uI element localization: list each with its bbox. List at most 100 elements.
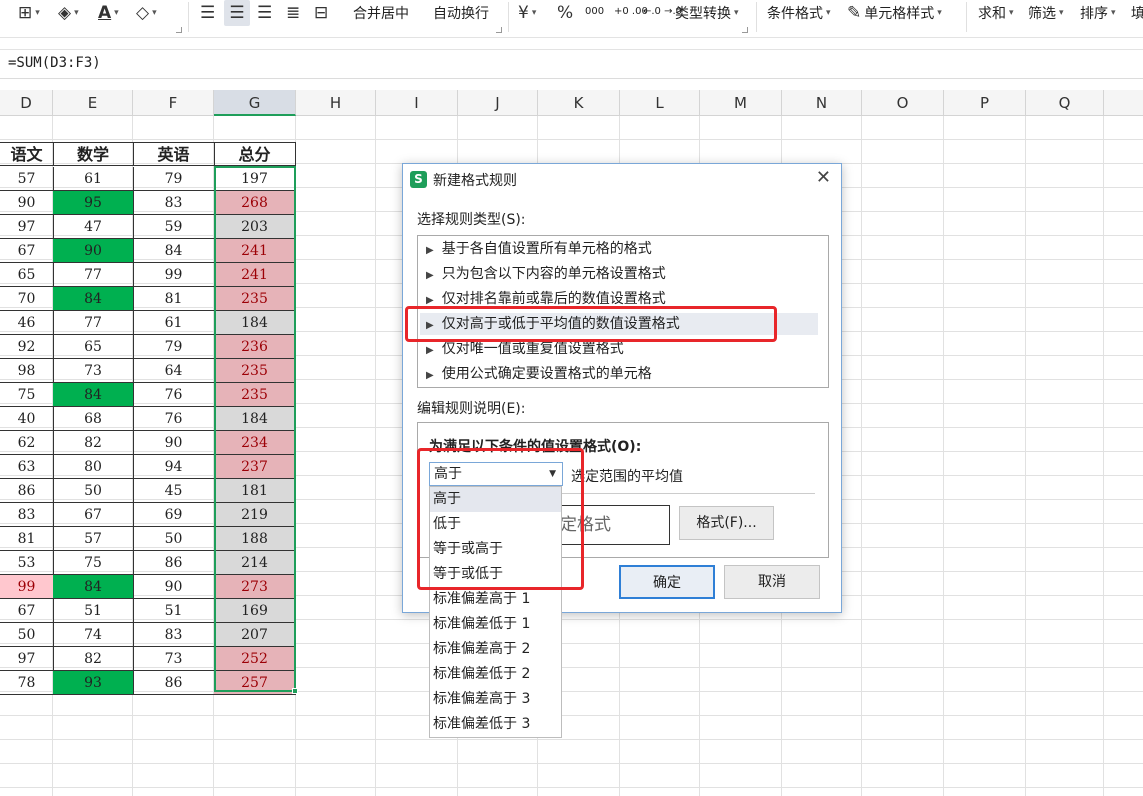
table-cell[interactable]: 81	[133, 287, 215, 311]
wrap-text-button[interactable]: 自动换行	[433, 0, 489, 26]
table-cell[interactable]: 237	[214, 455, 296, 479]
column-header-k[interactable]: K	[538, 90, 620, 116]
table-cell[interactable]: 46	[0, 311, 54, 335]
table-cell[interactable]: 50	[0, 623, 54, 647]
table-cell[interactable]: 235	[214, 359, 296, 383]
table-cell[interactable]: 84	[53, 575, 134, 599]
table-cell[interactable]: 62	[0, 431, 54, 455]
table-cell[interactable]: 75	[53, 551, 134, 575]
table-cell[interactable]: 80	[53, 455, 134, 479]
align-center-button[interactable]: ☰	[224, 0, 250, 26]
column-header-o[interactable]: O	[862, 90, 944, 116]
table-cell[interactable]: 70	[0, 287, 54, 311]
dropdown-option[interactable]: 低于	[430, 512, 561, 537]
table-cell[interactable]: 61	[53, 167, 134, 191]
table-cell[interactable]: 90	[53, 239, 134, 263]
group-launcher[interactable]	[176, 27, 182, 33]
table-cell[interactable]: 84	[133, 239, 215, 263]
table-cell[interactable]: 84	[53, 287, 134, 311]
table-cell[interactable]: 77	[53, 263, 134, 287]
dialog-titlebar[interactable]: S 新建格式规则 ✕	[403, 164, 841, 194]
column-header-h[interactable]: H	[296, 90, 376, 116]
table-cell[interactable]: 45	[133, 479, 215, 503]
table-cell[interactable]: 86	[133, 671, 215, 695]
comparison-select[interactable]: 高于 ▼	[429, 462, 563, 486]
table-cell[interactable]: 59	[133, 215, 215, 239]
table-cell[interactable]: 61	[133, 311, 215, 335]
column-header-i[interactable]: I	[376, 90, 458, 116]
table-cell[interactable]: 234	[214, 431, 296, 455]
table-cell[interactable]: 69	[133, 503, 215, 527]
rule-type-item[interactable]: ▶ 基于各自值设置所有单元格的格式	[426, 238, 652, 260]
table-cell[interactable]: 197	[214, 167, 296, 191]
column-header-j[interactable]: J	[458, 90, 538, 116]
table-cell[interactable]: 84	[53, 383, 134, 407]
table-cell[interactable]: 236	[214, 335, 296, 359]
table-cell[interactable]: 99	[0, 575, 54, 599]
table-cell[interactable]: 207	[214, 623, 296, 647]
rule-type-item-selected[interactable]: ▶ 仅对高于或低于平均值的数值设置格式	[420, 313, 818, 335]
table-cell[interactable]: 86	[0, 479, 54, 503]
column-header-q[interactable]: Q	[1026, 90, 1104, 116]
table-cell[interactable]: 68	[53, 407, 134, 431]
table-cell[interactable]: 188	[214, 527, 296, 551]
rule-type-item[interactable]: ▶ 仅对唯一值或重复值设置格式	[426, 338, 624, 360]
sum-button[interactable]: 求和 ▾	[978, 0, 1014, 26]
rule-type-item[interactable]: ▶ 仅对排名靠前或靠后的数值设置格式	[426, 288, 666, 310]
table-cell[interactable]: 241	[214, 239, 296, 263]
group-launcher[interactable]	[496, 27, 502, 33]
table-cell[interactable]: 64	[133, 359, 215, 383]
table-cell[interactable]: 67	[53, 503, 134, 527]
align-left-button[interactable]: ☰	[200, 0, 215, 26]
justify-button[interactable]: ≣	[286, 0, 300, 26]
table-cell[interactable]: 78	[0, 671, 54, 695]
table-cell[interactable]: 67	[0, 239, 54, 263]
column-header-p[interactable]: P	[944, 90, 1026, 116]
table-cell[interactable]: 51	[133, 599, 215, 623]
table-cell[interactable]: 77	[53, 311, 134, 335]
table-cell[interactable]: 98	[0, 359, 54, 383]
table-cell[interactable]: 252	[214, 647, 296, 671]
table-cell[interactable]: 95	[53, 191, 134, 215]
table-cell[interactable]: 47	[53, 215, 134, 239]
border-button[interactable]: ⊞ ▾	[18, 0, 40, 26]
table-cell[interactable]: 181	[214, 479, 296, 503]
table-cell[interactable]: 65	[53, 335, 134, 359]
rule-type-item[interactable]: ▶ 使用公式确定要设置格式的单元格	[426, 363, 652, 385]
table-header-cell[interactable]: 英语	[133, 142, 215, 166]
table-cell[interactable]: 79	[133, 335, 215, 359]
table-cell[interactable]: 57	[53, 527, 134, 551]
table-cell[interactable]: 97	[0, 215, 54, 239]
table-cell[interactable]: 67	[0, 599, 54, 623]
distributed-button[interactable]: ⊟	[314, 0, 328, 26]
dropdown-option[interactable]: 标准偏差高于 1	[430, 587, 561, 612]
column-header-e[interactable]: E	[53, 90, 133, 116]
table-cell[interactable]: 203	[214, 215, 296, 239]
conditional-format-button[interactable]: 条件格式 ▾	[767, 0, 831, 26]
fill-handle[interactable]	[292, 688, 298, 694]
table-cell[interactable]: 169	[214, 599, 296, 623]
table-cell[interactable]: 74	[53, 623, 134, 647]
table-cell[interactable]: 63	[0, 455, 54, 479]
table-cell[interactable]: 86	[133, 551, 215, 575]
dropdown-option[interactable]: 高于	[430, 487, 561, 512]
table-cell[interactable]: 184	[214, 407, 296, 431]
table-cell[interactable]: 83	[133, 191, 215, 215]
table-cell[interactable]: 184	[214, 311, 296, 335]
dropdown-option[interactable]: 标准偏差高于 2	[430, 637, 561, 662]
table-cell[interactable]: 235	[214, 287, 296, 311]
filter-button[interactable]: 筛选 ▾	[1028, 0, 1064, 26]
format-button[interactable]: 格式(F)...	[679, 506, 774, 540]
merge-center-button[interactable]: 合并居中	[353, 0, 409, 26]
dropdown-option[interactable]: 等于或高于	[430, 537, 561, 562]
table-cell[interactable]: 53	[0, 551, 54, 575]
table-cell[interactable]: 257	[214, 671, 296, 695]
table-cell[interactable]: 90	[0, 191, 54, 215]
clear-format-button[interactable]: ◇ ▾	[136, 0, 157, 26]
rule-type-item[interactable]: ▶ 只为包含以下内容的单元格设置格式	[426, 263, 666, 285]
table-cell[interactable]: 83	[133, 623, 215, 647]
table-cell[interactable]: 90	[133, 575, 215, 599]
font-color-button[interactable]: A ▾	[98, 0, 119, 26]
ok-button[interactable]: 确定	[619, 565, 715, 599]
group-launcher[interactable]	[742, 27, 748, 33]
